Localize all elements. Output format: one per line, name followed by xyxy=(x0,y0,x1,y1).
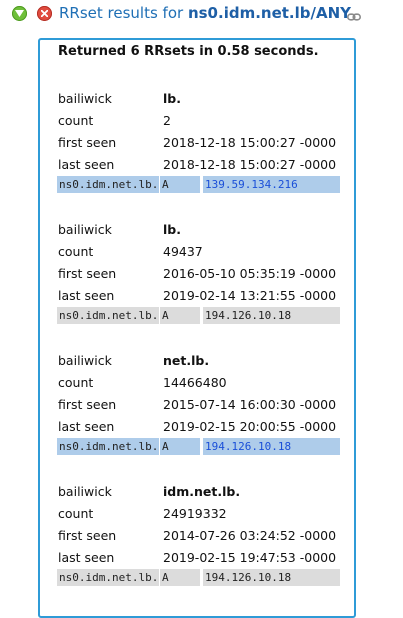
count-label: count xyxy=(58,113,94,128)
record-type[interactable]: A xyxy=(160,176,200,193)
first-seen-label: first seen xyxy=(58,528,117,543)
first-seen-label: first seen xyxy=(58,135,117,150)
record-type[interactable]: A xyxy=(160,307,200,324)
last-seen-label: last seen xyxy=(58,157,115,172)
record-type[interactable]: A xyxy=(160,569,200,586)
record-owner[interactable]: ns0.idm.net.lb. xyxy=(57,438,159,455)
expand-icon[interactable] xyxy=(12,6,27,21)
results-title: RRset results for ns0.idm.net.lb/ANY xyxy=(59,4,351,22)
first-seen-value: 2016-05-10 05:35:19 -0000 xyxy=(163,266,337,281)
rrset-block: bailiwick lb. count 49437 first seen 201… xyxy=(0,219,403,349)
first-seen-value: 2015-07-14 16:00:30 -0000 xyxy=(163,397,337,412)
bailiwick-value: net.lb. xyxy=(163,353,210,368)
last-seen-value: 2019-02-15 20:00:55 -0000 xyxy=(163,419,337,434)
count-value: 24919332 xyxy=(163,506,227,521)
bailiwick-label: bailiwick xyxy=(58,222,112,237)
count-label: count xyxy=(58,375,94,390)
close-icon[interactable] xyxy=(37,6,52,21)
record-owner[interactable]: ns0.idm.net.lb. xyxy=(57,307,159,324)
first-seen-label: first seen xyxy=(58,397,117,412)
last-seen-label: last seen xyxy=(58,288,115,303)
rrset-block: bailiwick net.lb. count 14466480 first s… xyxy=(0,350,403,480)
bailiwick-label: bailiwick xyxy=(58,91,112,106)
count-value: 14466480 xyxy=(163,375,227,390)
record-type[interactable]: A xyxy=(160,438,200,455)
rrset-block: bailiwick idm.net.lb. count 24919332 fir… xyxy=(0,481,403,611)
bailiwick-value: lb. xyxy=(163,91,181,106)
record-owner[interactable]: ns0.idm.net.lb. xyxy=(57,176,159,193)
first-seen-value: 2014-07-26 03:24:52 -0000 xyxy=(163,528,337,543)
bailiwick-value: lb. xyxy=(163,222,181,237)
results-header: RRset results for ns0.idm.net.lb/ANY xyxy=(0,0,403,28)
link-icon[interactable] xyxy=(347,7,361,26)
last-seen-value: 2018-12-18 15:00:27 -0000 xyxy=(163,157,337,172)
first-seen-value: 2018-12-18 15:00:27 -0000 xyxy=(163,135,337,150)
results-summary: Returned 6 RRsets in 0.58 seconds. xyxy=(58,44,319,59)
record-rdata[interactable]: 194.126.10.18 xyxy=(203,569,340,586)
count-value: 2 xyxy=(163,113,171,128)
first-seen-label: first seen xyxy=(58,266,117,281)
count-label: count xyxy=(58,506,94,521)
record-rdata[interactable]: 194.126.10.18 xyxy=(203,307,340,324)
last-seen-label: last seen xyxy=(58,419,115,434)
count-value: 49437 xyxy=(163,244,203,259)
bailiwick-label: bailiwick xyxy=(58,484,112,499)
rrset-block: bailiwick lb. count 2 first seen 2018-12… xyxy=(0,88,403,218)
record-rdata[interactable]: 139.59.134.216 xyxy=(203,176,340,193)
last-seen-value: 2019-02-14 13:21:55 -0000 xyxy=(163,288,337,303)
bailiwick-value: idm.net.lb. xyxy=(163,484,241,499)
record-rdata[interactable]: 194.126.10.18 xyxy=(203,438,340,455)
bailiwick-label: bailiwick xyxy=(58,353,112,368)
last-seen-value: 2019-02-15 19:47:53 -0000 xyxy=(163,550,337,565)
query-name: ns0.idm.net.lb/ANY xyxy=(187,4,352,22)
count-label: count xyxy=(58,244,94,259)
record-owner[interactable]: ns0.idm.net.lb. xyxy=(57,569,159,586)
title-prefix: RRset results for xyxy=(59,4,188,22)
last-seen-label: last seen xyxy=(58,550,115,565)
